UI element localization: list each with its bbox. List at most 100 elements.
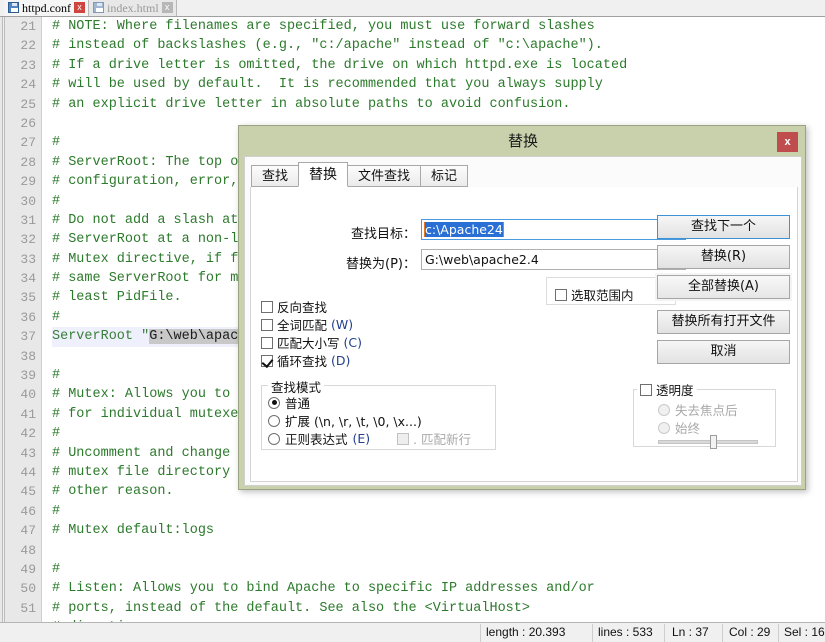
line-number: 46 xyxy=(20,503,36,519)
line-text: # xyxy=(52,561,61,577)
line-text: # Listen: Allows you to bind Apache to s… xyxy=(52,581,595,597)
document-tab-httpd-conf[interactable]: httpd.conf x xyxy=(4,0,89,16)
transparency-slider[interactable] xyxy=(658,435,758,449)
transparency-group: 透明度 失去焦点后 始终 xyxy=(633,380,776,449)
editor-line[interactable]: 24 # will be used by default. It is recom… xyxy=(0,75,825,94)
option-match-case[interactable]: 匹配大小写 (C) xyxy=(261,333,362,352)
in-selection-label: 选取范围内 xyxy=(571,288,634,303)
editor-line[interactable]: 22 # instead of backslashes (e.g., "c:/ap… xyxy=(0,36,825,55)
option-wrap-around[interactable]: 循环查找 (D) xyxy=(261,351,350,370)
checkbox-icon xyxy=(555,288,567,301)
dot-matches-newline-label: . 匹配新行 xyxy=(413,432,471,447)
status-length: length : 20.393 xyxy=(486,625,566,639)
line-text: # instead of backslashes (e.g., "c:/apac… xyxy=(52,38,603,54)
tab-find-in-files[interactable]: 文件查找 xyxy=(347,165,422,187)
editor-line[interactable]: 21 # NOTE: Where filenames are specified,… xyxy=(0,17,825,36)
slider-thumb[interactable] xyxy=(709,435,717,449)
close-icon[interactable]: x xyxy=(777,132,798,152)
checkbox-icon xyxy=(261,318,273,331)
editor-line[interactable]: 23 # If a drive letter is omitted, the dr… xyxy=(0,56,825,75)
tab-mark[interactable]: 标记 xyxy=(420,165,469,187)
search-mode-regex[interactable]: 正则表达式 (E) xyxy=(268,429,370,448)
dialog-body: 查找 替换 文件查找 标记 查找目标： c:\Apache24 ▼ 替换为(P)… xyxy=(244,156,802,486)
radio-icon xyxy=(268,396,280,409)
line-text: # least PidFile. xyxy=(52,290,182,306)
line-number: 49 xyxy=(20,561,36,577)
find-what-input[interactable]: c:\Apache24 xyxy=(422,222,667,237)
status-line-number: Ln : 37 xyxy=(672,625,709,639)
checkbox-icon xyxy=(640,383,652,396)
find-what-combobox[interactable]: c:\Apache24 ▼ xyxy=(421,219,686,240)
tab-replace[interactable]: 替换 xyxy=(298,162,349,187)
tab-find[interactable]: 查找 xyxy=(251,165,300,187)
transparency-checkbox[interactable]: 透明度 xyxy=(637,380,697,399)
option-whole-word[interactable]: 全词匹配 (W) xyxy=(261,315,353,334)
search-mode-group: 查找模式 普通 扩展 (\n, \r, \t, \0, \x...) 正则表达式… xyxy=(261,377,496,450)
replace-all-button[interactable]: 全部替换(A) xyxy=(657,275,790,299)
document-tab-label: index.html xyxy=(107,0,159,15)
replace-panel: 查找目标： c:\Apache24 ▼ 替换为(P)： G:\web\apach… xyxy=(250,187,798,482)
option-mnemonic: (W) xyxy=(331,317,354,332)
replace-button[interactable]: 替换(R) xyxy=(657,245,790,269)
editor-line[interactable]: 49 # xyxy=(0,560,825,579)
editor-line[interactable]: 50 # Listen: Allows you to bind Apache to… xyxy=(0,579,825,598)
line-number: 26 xyxy=(20,115,36,131)
line-text: # other reason. xyxy=(52,484,174,500)
replace-with-combobox[interactable]: G:\web\apache2.4 ▼ xyxy=(421,249,686,270)
checkbox-icon xyxy=(397,432,409,445)
line-number: 40 xyxy=(20,387,36,403)
status-selection: Sel : 16 xyxy=(784,625,825,639)
line-text: # an explicit drive letter in absolute p… xyxy=(52,96,571,112)
option-mnemonic: (D) xyxy=(331,353,351,368)
line-number: 33 xyxy=(20,251,36,267)
search-mode-normal[interactable]: 普通 xyxy=(268,393,310,412)
line-number: 51 xyxy=(20,600,36,616)
search-mode-extended[interactable]: 扩展 (\n, \r, \t, \0, \x...) xyxy=(268,411,422,430)
line-number: 29 xyxy=(20,174,36,190)
in-selection-checkbox[interactable]: 选取范围内 xyxy=(555,285,634,304)
line-text: # will be used by default. It is recomme… xyxy=(52,77,603,93)
option-label: 全词匹配 xyxy=(277,318,328,333)
editor-line[interactable]: 46 # xyxy=(0,502,825,521)
cancel-button[interactable]: 取消 xyxy=(657,340,790,364)
line-number: 21 xyxy=(20,19,36,34)
close-icon[interactable]: x xyxy=(161,2,173,13)
line-number: 44 xyxy=(20,464,36,480)
option-backward-search[interactable]: 反向查找 xyxy=(261,297,331,316)
search-mode-label: 普通 xyxy=(285,396,311,411)
option-label: 匹配大小写 xyxy=(277,336,340,351)
editor-line[interactable]: 25 # an explicit drive letter in absolute… xyxy=(0,95,825,114)
find-next-button[interactable]: 查找下一个 xyxy=(657,215,790,239)
line-text: # xyxy=(52,309,61,325)
checkbox-icon xyxy=(261,300,273,313)
replace-with-input[interactable]: G:\web\apache2.4 xyxy=(422,252,667,267)
document-tab-index-html[interactable]: index.html x xyxy=(89,0,177,16)
dialog-tab-strip: 查找 替换 文件查找 标记 xyxy=(251,162,469,187)
file-icon xyxy=(8,2,19,13)
close-icon[interactable]: x xyxy=(74,2,85,13)
search-mode-label: 扩展 (\n, \r, \t, \0, \x...) xyxy=(285,414,422,429)
editor-line[interactable]: 51 # ports, instead of the default. See a… xyxy=(0,599,825,618)
dot-matches-newline-checkbox: . 匹配新行 xyxy=(397,429,471,448)
line-number: 30 xyxy=(20,193,36,209)
transparency-option-label: 始终 xyxy=(675,421,701,436)
line-number: 50 xyxy=(20,581,36,597)
replace-with-label: 替换为(P)： xyxy=(346,257,416,272)
line-number: 34 xyxy=(20,271,36,287)
find-what-value: c:\Apache24 xyxy=(424,222,504,237)
status-bar: length : 20.393 lines : 533 Ln : 37 Col … xyxy=(0,622,825,642)
search-mode-label: 正则表达式 xyxy=(285,432,348,447)
document-tab-bar: httpd.conf x index.html x xyxy=(0,0,825,17)
line-number: 27 xyxy=(20,135,36,151)
document-tab-label: httpd.conf xyxy=(22,0,71,15)
line-text: # xyxy=(52,426,61,442)
editor-line[interactable]: 47 # Mutex default:logs xyxy=(0,521,825,540)
file-icon xyxy=(93,2,104,13)
dialog-title: 替换 xyxy=(507,132,538,150)
editor-line[interactable]: 48 xyxy=(0,541,825,560)
option-label: 循环查找 xyxy=(277,354,328,369)
replace-in-all-opened-files-button[interactable]: 替换所有打开文件 xyxy=(657,310,790,334)
line-text-prefix: ServerRoot " xyxy=(52,329,150,345)
line-number: 43 xyxy=(20,445,36,461)
line-number: 22 xyxy=(20,38,36,54)
